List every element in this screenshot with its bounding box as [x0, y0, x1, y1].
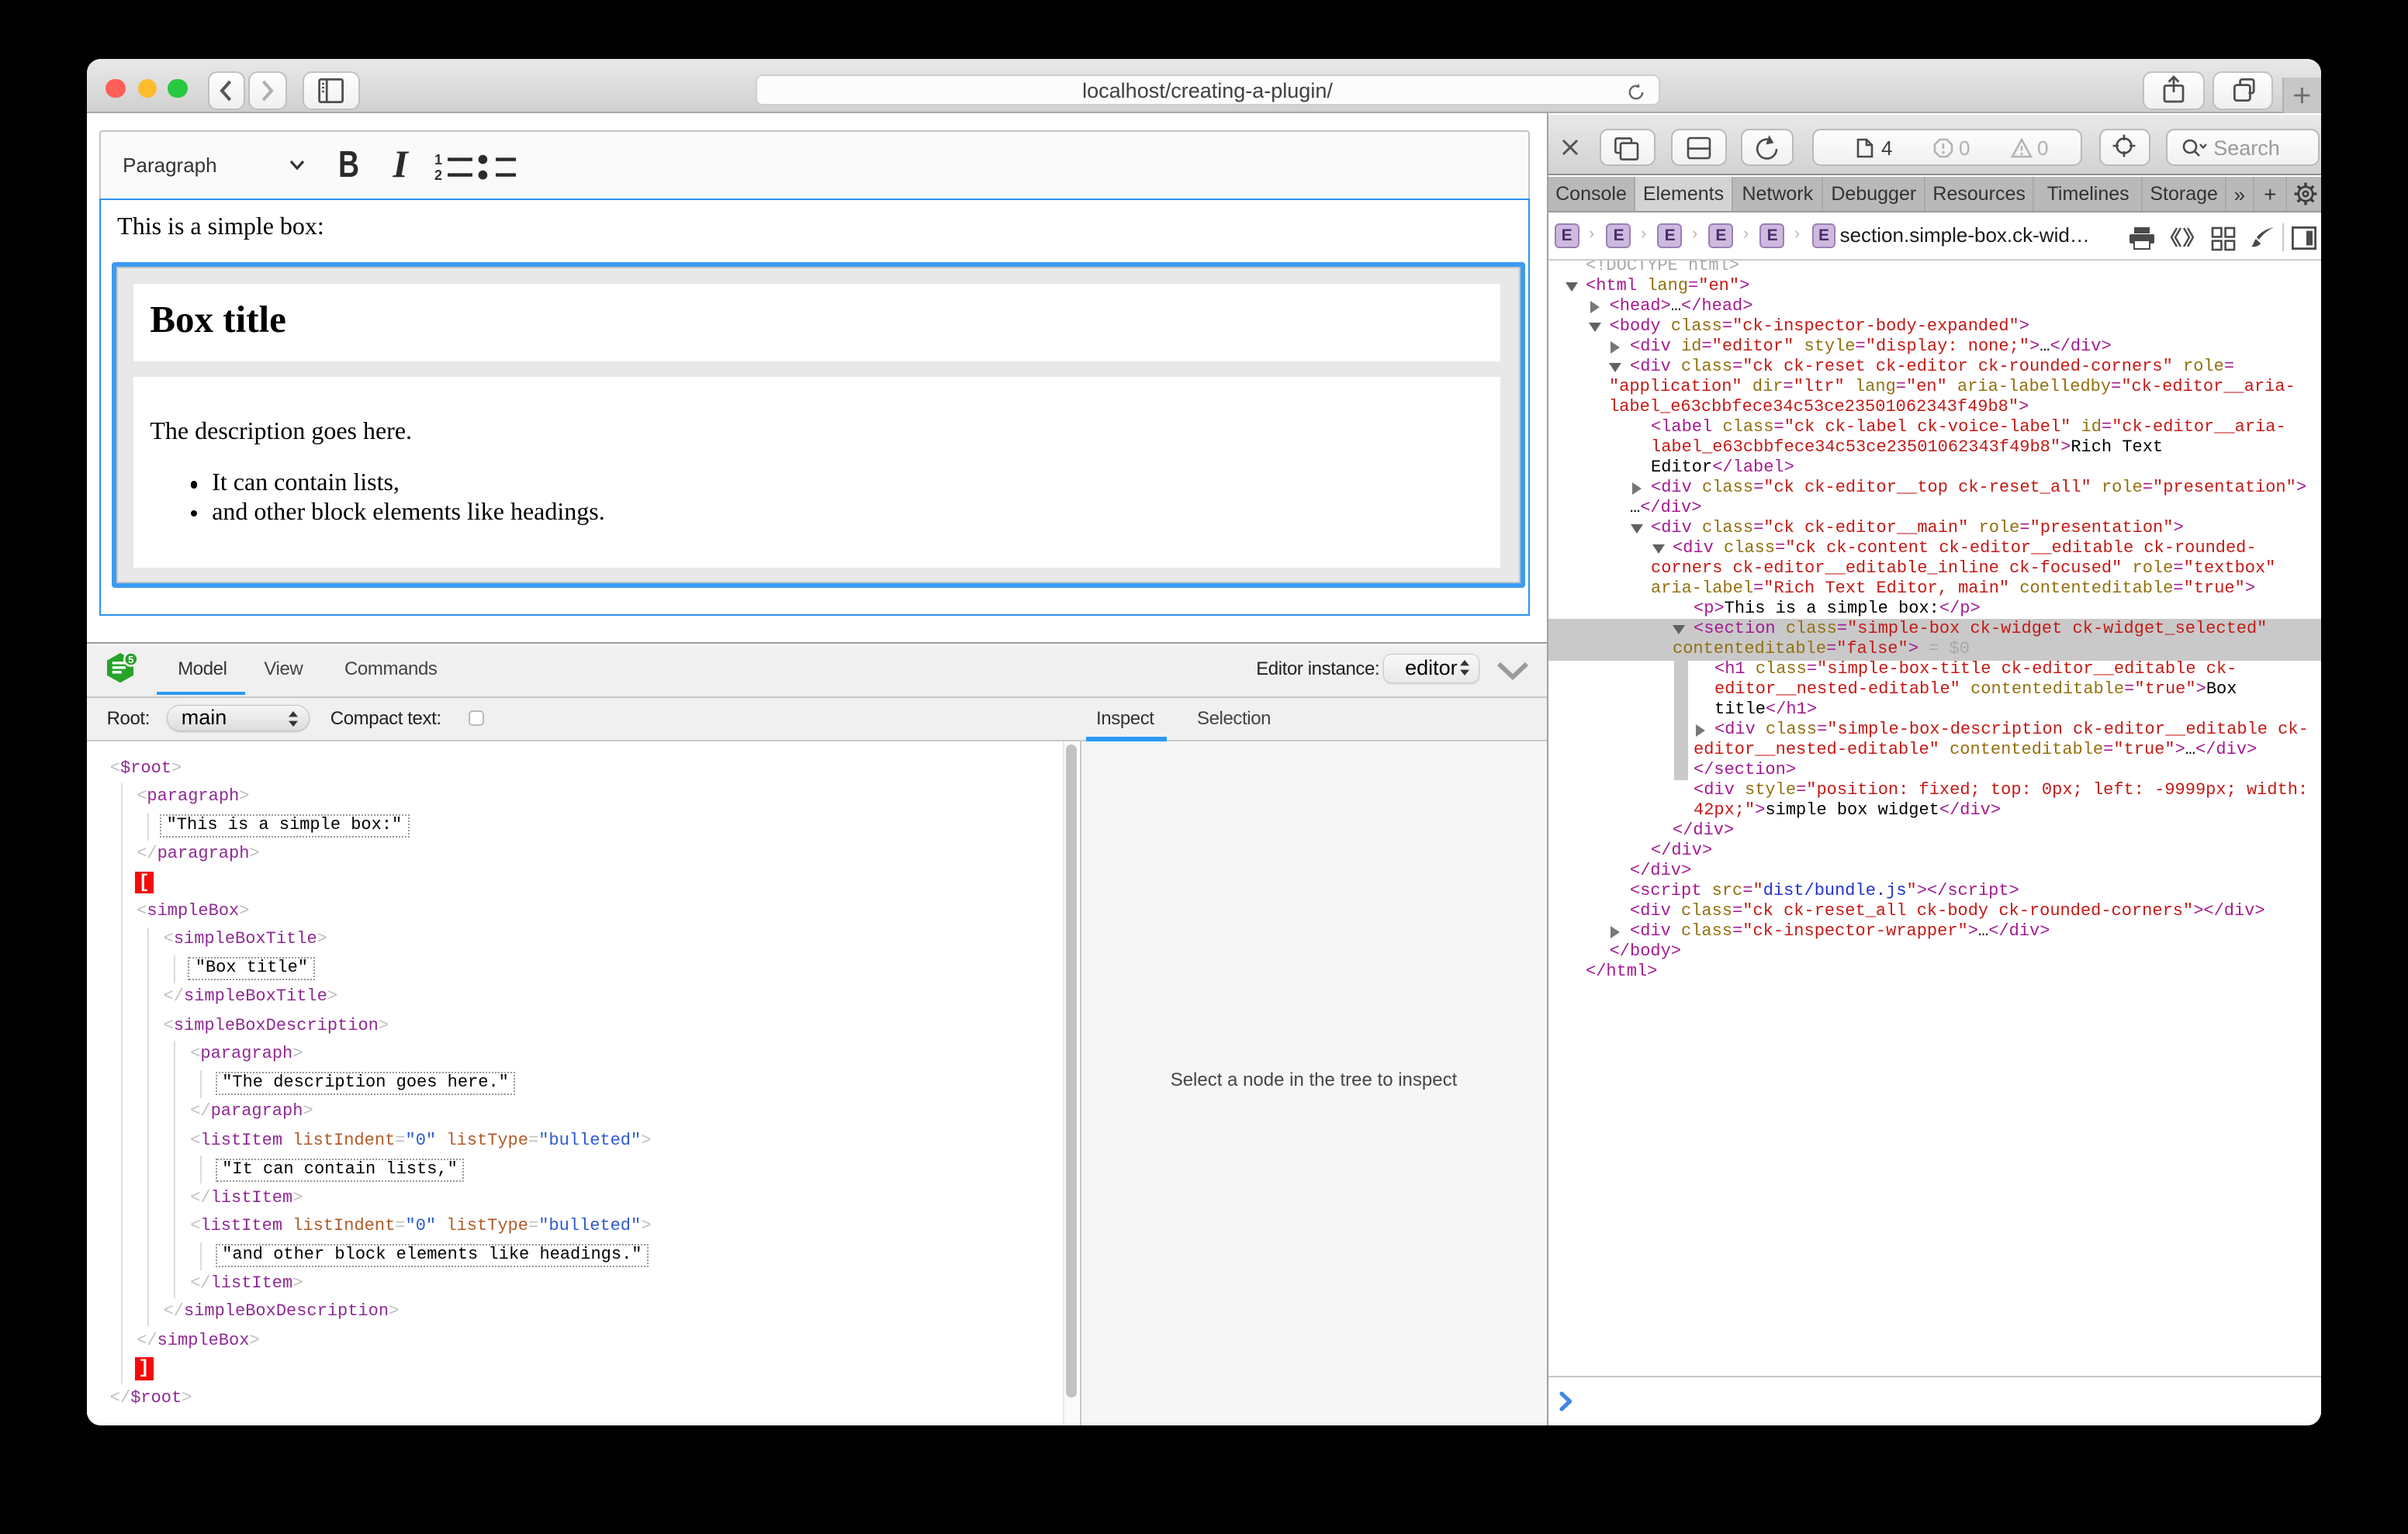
svg-text:2: 2 — [434, 168, 442, 181]
svg-text:1: 1 — [434, 152, 442, 168]
svg-text:5: 5 — [127, 653, 133, 665]
